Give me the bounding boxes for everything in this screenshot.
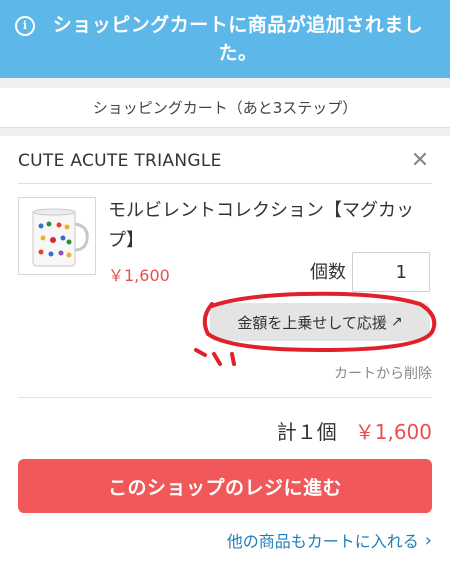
notification-text: ショッピングカートに商品が追加されました。 — [52, 14, 424, 64]
close-icon[interactable]: ✕ — [408, 148, 432, 173]
cart-added-notification: i ショッピングカートに商品が追加されました。 — [0, 0, 450, 78]
chevron-right-icon: › — [424, 529, 432, 551]
cart-page: i ショッピングカートに商品が追加されました。 ショッピングカート（あと3ステッ… — [0, 0, 450, 567]
support-button-label: 金額を上乗せして応援 — [237, 313, 387, 332]
quantity-label: 個数 — [310, 262, 346, 283]
item-thumbnail[interactable] — [18, 197, 96, 275]
item-price: ￥1,600 — [108, 266, 170, 285]
continue-shopping-label: 他の商品もカートに入れる — [226, 532, 419, 551]
step-header: ショッピングカート（あと3ステップ） — [0, 88, 450, 128]
quantity-input[interactable]: 1 — [352, 252, 430, 292]
item-title[interactable]: モルビレントコレクション【マグカップ】 — [108, 196, 428, 256]
external-arrow-icon: ↗ — [390, 314, 403, 330]
checkout-button[interactable]: このショップのレジに進む — [18, 459, 432, 513]
shop-header: CUTE ACUTE TRIANGLE ✕ — [18, 138, 432, 184]
total-row: 計１個 ￥1,600 — [277, 416, 432, 445]
info-icon: i — [15, 16, 35, 36]
divider — [18, 397, 432, 398]
shop-name[interactable]: CUTE ACUTE TRIANGLE — [18, 151, 222, 171]
top-gap — [0, 78, 450, 88]
continue-shopping-link[interactable]: 他の商品もカートに入れる › — [227, 528, 432, 552]
section-gap — [0, 128, 450, 136]
mug-image — [19, 198, 95, 274]
total-price: ￥1,600 — [354, 420, 432, 444]
support-button[interactable]: 金額を上乗せして応援 ↗ — [210, 303, 430, 341]
remove-from-cart-link[interactable]: カートから削除 — [334, 363, 432, 383]
total-count: 計１個 — [276, 420, 337, 444]
